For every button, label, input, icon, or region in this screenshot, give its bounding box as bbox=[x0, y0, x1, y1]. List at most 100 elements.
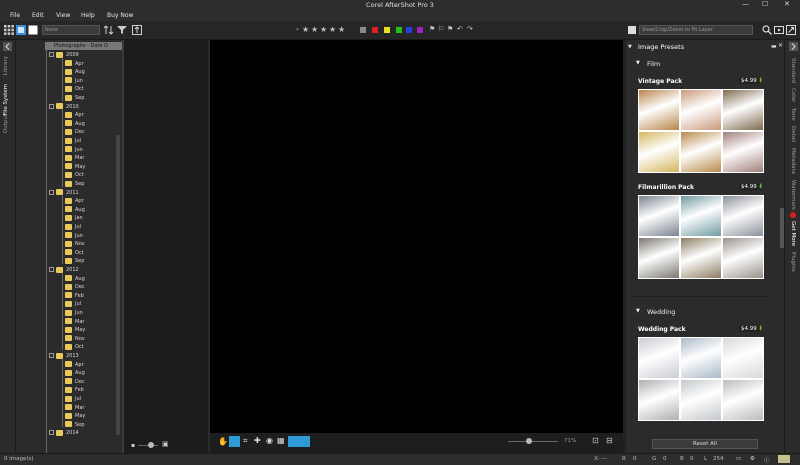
sort-icon[interactable] bbox=[104, 25, 114, 35]
tree-month-folder[interactable]: Jul bbox=[65, 395, 81, 404]
film-collapse-icon[interactable]: ▼ bbox=[636, 60, 640, 66]
preset-thumbnail[interactable] bbox=[639, 238, 679, 278]
monitor-icon[interactable]: ▭ bbox=[736, 456, 741, 462]
preset-thumbnail[interactable] bbox=[681, 132, 721, 172]
menu-edit[interactable]: Edit bbox=[32, 12, 44, 19]
tree-month-folder[interactable]: Sep bbox=[65, 421, 84, 430]
preset-thumbnail[interactable] bbox=[639, 380, 679, 420]
tree-expander-icon[interactable] bbox=[49, 430, 54, 436]
tree-month-folder[interactable]: Nov bbox=[65, 240, 85, 249]
rating-star-4-icon[interactable]: ★ bbox=[329, 25, 336, 34]
menu-file[interactable]: File bbox=[10, 12, 20, 19]
zoom-slider[interactable] bbox=[508, 441, 558, 442]
view-mode-toggle[interactable] bbox=[288, 436, 310, 447]
preset-thumbnail[interactable] bbox=[723, 238, 763, 278]
preset-thumbnail[interactable] bbox=[681, 196, 721, 236]
tree-root-folder[interactable]: Photographs - Date O bbox=[45, 42, 122, 50]
presets-menu-icon[interactable]: ▬ bbox=[771, 43, 777, 50]
grid-view-icon[interactable] bbox=[4, 25, 14, 35]
preset-thumbnail[interactable] bbox=[723, 380, 763, 420]
tree-month-folder[interactable]: Sep bbox=[65, 94, 84, 103]
tree-month-folder[interactable]: Jan bbox=[65, 214, 83, 223]
tab-detail[interactable]: Detail bbox=[790, 126, 796, 142]
color-label-red[interactable] bbox=[372, 27, 378, 33]
reset-all-button[interactable]: Reset All bbox=[652, 439, 758, 449]
color-label-green[interactable] bbox=[396, 27, 402, 33]
tab-watermark[interactable]: Watermark bbox=[790, 180, 796, 210]
preset-thumbnail[interactable] bbox=[639, 196, 679, 236]
tree-month-folder[interactable]: Mar bbox=[65, 318, 84, 327]
rotate-left-icon[interactable]: ↶ bbox=[457, 25, 463, 33]
tree-month-folder[interactable]: Mar bbox=[65, 154, 84, 163]
filter-funnel-icon[interactable] bbox=[117, 25, 127, 35]
tab-file-system[interactable]: File System bbox=[3, 84, 9, 115]
menu-view[interactable]: View bbox=[56, 12, 70, 19]
collapse-left-icon[interactable] bbox=[3, 42, 12, 51]
export-icon[interactable] bbox=[132, 25, 142, 35]
rating-star-5-icon[interactable]: ★ bbox=[338, 25, 345, 34]
tree-expander-icon[interactable] bbox=[49, 103, 54, 109]
price-wedding[interactable]: $4.99 bbox=[739, 326, 759, 332]
tree-year-folder[interactable]: 2013 bbox=[49, 352, 79, 361]
tree-month-folder[interactable]: Aug bbox=[65, 68, 85, 77]
tree-month-folder[interactable]: Aug bbox=[65, 275, 85, 284]
tree-month-folder[interactable]: Feb bbox=[65, 386, 84, 395]
tree-scrollbar[interactable] bbox=[116, 135, 120, 435]
tree-month-folder[interactable]: Sep bbox=[65, 257, 84, 266]
close-button[interactable]: ✕ bbox=[784, 0, 790, 8]
preview-vintage[interactable] bbox=[638, 89, 764, 173]
tree-month-folder[interactable]: Jun bbox=[65, 232, 83, 241]
tree-month-folder[interactable]: Jun bbox=[65, 309, 83, 318]
tab-color[interactable]: Color bbox=[790, 88, 796, 102]
presets-close-icon[interactable]: ✕ bbox=[778, 42, 783, 49]
download-filmarillion-icon[interactable]: ⬇ bbox=[758, 183, 763, 190]
preset-select[interactable]: View/Crop/Zoom to Fit Layer bbox=[639, 25, 753, 35]
rotate-right-icon[interactable]: ↷ bbox=[467, 25, 473, 33]
preset-thumbnail[interactable] bbox=[723, 132, 763, 172]
filter-select[interactable]: None bbox=[42, 25, 100, 35]
tree-expander-icon[interactable] bbox=[49, 353, 54, 358]
slideshow-icon[interactable] bbox=[774, 25, 784, 35]
tab-standard[interactable]: Standard bbox=[790, 58, 796, 83]
layers-icon[interactable] bbox=[627, 25, 637, 35]
clear-flag-icon[interactable]: ⚑ bbox=[447, 25, 453, 33]
wedding-collapse-icon[interactable]: ▼ bbox=[636, 308, 640, 314]
preset-thumbnail[interactable] bbox=[681, 380, 721, 420]
tree-month-folder[interactable]: Dec bbox=[65, 378, 85, 387]
menu-buy-now[interactable]: Buy Now bbox=[107, 12, 133, 19]
tree-year-folder[interactable]: 2012 bbox=[49, 266, 79, 275]
tree-month-folder[interactable]: Oct bbox=[65, 85, 84, 94]
tree-month-folder[interactable]: Apr bbox=[65, 197, 84, 206]
search-icon[interactable] bbox=[762, 25, 772, 35]
rating-star-3-icon[interactable]: ★ bbox=[320, 25, 327, 34]
maximize-button[interactable]: ☐ bbox=[762, 0, 768, 8]
settings-icon[interactable]: ⚙ bbox=[750, 456, 755, 462]
tree-month-folder[interactable]: Mar bbox=[65, 404, 84, 413]
tree-expander-icon[interactable] bbox=[49, 52, 54, 57]
single-view-icon[interactable] bbox=[28, 25, 38, 35]
tree-month-folder[interactable]: Aug bbox=[65, 369, 85, 378]
pan-hand-icon[interactable]: ✋ bbox=[218, 437, 228, 446]
tab-get-more[interactable]: Get More bbox=[790, 221, 796, 246]
tree-month-folder[interactable]: Nov bbox=[65, 335, 85, 344]
price-vintage[interactable]: $4.99 bbox=[739, 78, 759, 84]
section-film[interactable]: Film bbox=[647, 60, 660, 68]
tab-output[interactable]: Output bbox=[3, 114, 9, 133]
menu-help[interactable]: Help bbox=[81, 12, 95, 19]
price-filmarillion[interactable]: $4.99 bbox=[739, 184, 759, 190]
preset-thumbnail[interactable] bbox=[681, 238, 721, 278]
info-icon[interactable]: ⓘ bbox=[764, 456, 770, 464]
crop-icon[interactable]: ⌗ bbox=[243, 436, 248, 446]
large-thumb-icon[interactable]: ▣ bbox=[162, 440, 169, 448]
download-vintage-icon[interactable]: ⬇ bbox=[758, 77, 763, 84]
collapse-presets-icon[interactable]: ▼ bbox=[628, 44, 632, 50]
tree-month-folder[interactable]: Jun bbox=[65, 77, 83, 86]
tab-tone[interactable]: Tone bbox=[790, 108, 796, 121]
tree-month-folder[interactable]: Oct bbox=[65, 343, 84, 352]
tree-month-folder[interactable]: Apr bbox=[65, 60, 84, 69]
color-label-blue[interactable] bbox=[406, 27, 412, 33]
rating-star-2-icon[interactable]: ★ bbox=[311, 25, 318, 34]
tree-month-folder[interactable]: Oct bbox=[65, 249, 84, 258]
tab-library[interactable]: Library bbox=[3, 56, 9, 75]
preset-thumbnail[interactable] bbox=[681, 338, 721, 378]
